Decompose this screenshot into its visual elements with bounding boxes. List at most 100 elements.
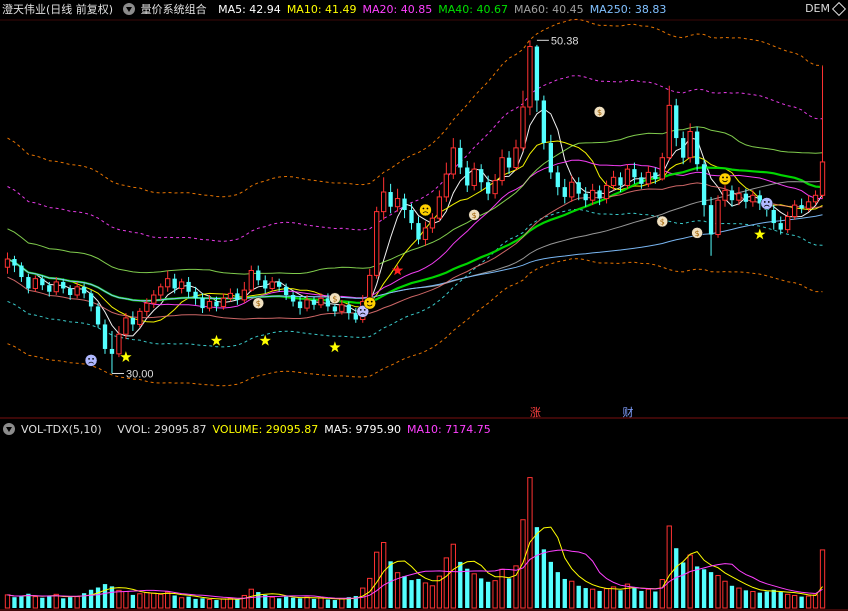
money-bag-glyph: $ bbox=[597, 108, 602, 117]
ma90-line bbox=[7, 214, 823, 302]
candle-body-down bbox=[534, 46, 540, 101]
candle-body-down bbox=[618, 177, 623, 186]
volume-bar-down bbox=[555, 572, 560, 608]
volume-bar-down bbox=[102, 584, 108, 608]
candle-body-down bbox=[40, 278, 45, 286]
candle-body-down bbox=[639, 177, 644, 184]
volume-bar-down bbox=[283, 596, 289, 608]
candle-body-up bbox=[791, 204, 798, 218]
candle-body-down bbox=[729, 190, 735, 201]
volume-bar-down bbox=[632, 588, 637, 608]
candle-body-down bbox=[186, 281, 191, 292]
candle-body-down bbox=[597, 190, 602, 199]
candle-body-up bbox=[374, 211, 380, 276]
volume-bar-up bbox=[158, 593, 164, 609]
volume-bar-down bbox=[61, 598, 66, 608]
candle-body-down bbox=[88, 293, 94, 307]
candle-body-down bbox=[743, 193, 749, 202]
volume-bar-up bbox=[520, 519, 526, 609]
band-line-1 bbox=[7, 75, 823, 242]
candle-body-up bbox=[178, 281, 185, 289]
volume-bar-down bbox=[388, 561, 393, 608]
candle-body-up bbox=[819, 161, 826, 196]
candle-body-down bbox=[311, 299, 317, 305]
price-labels: 50.38 30.00 涨 财 bbox=[111, 35, 633, 419]
stock-chart[interactable]: $$$$$$$ 50.38 30.00 涨 财 bbox=[0, 0, 848, 611]
candle-body-up bbox=[715, 199, 721, 236]
volume-bar-down bbox=[743, 590, 749, 608]
candle-body-up bbox=[74, 286, 80, 296]
volume-bar-up bbox=[74, 596, 80, 609]
ma5-line bbox=[7, 108, 823, 337]
smile-face-icon bbox=[363, 296, 376, 310]
volume-bar-up bbox=[339, 598, 345, 609]
star-icon bbox=[391, 264, 404, 276]
volume-bar-up bbox=[659, 579, 665, 609]
volume-ma5-line bbox=[7, 526, 823, 600]
face-eye bbox=[370, 300, 373, 303]
face-eye bbox=[722, 176, 724, 179]
face-eye bbox=[422, 207, 425, 210]
volume-bar-up bbox=[241, 594, 247, 609]
volume-bar-down bbox=[47, 595, 52, 608]
candle-body-up bbox=[443, 173, 450, 198]
candle-body-down bbox=[81, 286, 87, 294]
candle-body-up bbox=[151, 294, 157, 304]
candle-body-down bbox=[95, 306, 101, 325]
candle-body-down bbox=[402, 198, 407, 210]
volume-bar-up bbox=[471, 573, 477, 609]
volume-bar-up bbox=[227, 597, 234, 609]
volume-bar-down bbox=[479, 578, 484, 608]
candle-body-down bbox=[297, 301, 303, 309]
sad-face-icon bbox=[419, 203, 432, 217]
candle-body-down bbox=[701, 164, 707, 206]
star-icon bbox=[259, 334, 271, 346]
volume-bar-up bbox=[785, 593, 791, 609]
volume-bar-up bbox=[589, 588, 596, 609]
candle-body-up bbox=[736, 193, 742, 201]
band-lines bbox=[7, 18, 823, 387]
volume-bar-down bbox=[458, 561, 463, 608]
volume-bar-up bbox=[137, 593, 143, 609]
volume-bar-up bbox=[32, 596, 39, 609]
volume-bar-up bbox=[687, 554, 693, 609]
volume-bar-down bbox=[597, 590, 602, 608]
volume-bar-down bbox=[416, 578, 421, 608]
candle-body-up bbox=[812, 194, 819, 203]
volume-bar-down bbox=[40, 597, 45, 608]
volume-bar-up bbox=[499, 568, 505, 609]
volume-bar-down bbox=[576, 585, 581, 608]
signal-markers: $$$$$$$ bbox=[84, 106, 774, 367]
volume-bar-up bbox=[610, 586, 617, 609]
volume-bar-up bbox=[812, 594, 819, 609]
candle-body-up bbox=[269, 281, 275, 289]
candle-body-down bbox=[61, 281, 66, 289]
candle-body-up bbox=[227, 292, 234, 299]
candle-body-down bbox=[388, 192, 393, 207]
candle-body-up bbox=[380, 191, 387, 213]
volume-bar-down bbox=[88, 589, 94, 608]
candle-body-down bbox=[681, 138, 686, 158]
up-limit-marker: 涨 bbox=[530, 406, 541, 419]
face-eye bbox=[366, 300, 369, 303]
volume-bar-up bbox=[360, 587, 366, 609]
volume-bar-down bbox=[277, 598, 282, 608]
moving-average-lines bbox=[7, 108, 823, 337]
face-eye bbox=[88, 358, 90, 360]
money-bag-glyph: $ bbox=[256, 299, 261, 308]
candle-body-up bbox=[610, 176, 617, 186]
candlesticks bbox=[4, 40, 826, 374]
candle-body-up bbox=[158, 286, 164, 296]
volume-bar-down bbox=[235, 599, 240, 608]
candle-body-down bbox=[332, 306, 338, 312]
candle-body-down bbox=[458, 147, 463, 168]
face-eye bbox=[767, 201, 770, 203]
candle-body-down bbox=[632, 169, 637, 178]
face-eye bbox=[726, 176, 728, 179]
candle-body-up bbox=[220, 297, 227, 307]
candle-body-down bbox=[277, 281, 282, 287]
candle-body-up bbox=[422, 227, 429, 240]
volume-bar-up bbox=[805, 595, 812, 609]
candle-body-down bbox=[778, 223, 783, 230]
volume-bar-down bbox=[214, 600, 219, 608]
